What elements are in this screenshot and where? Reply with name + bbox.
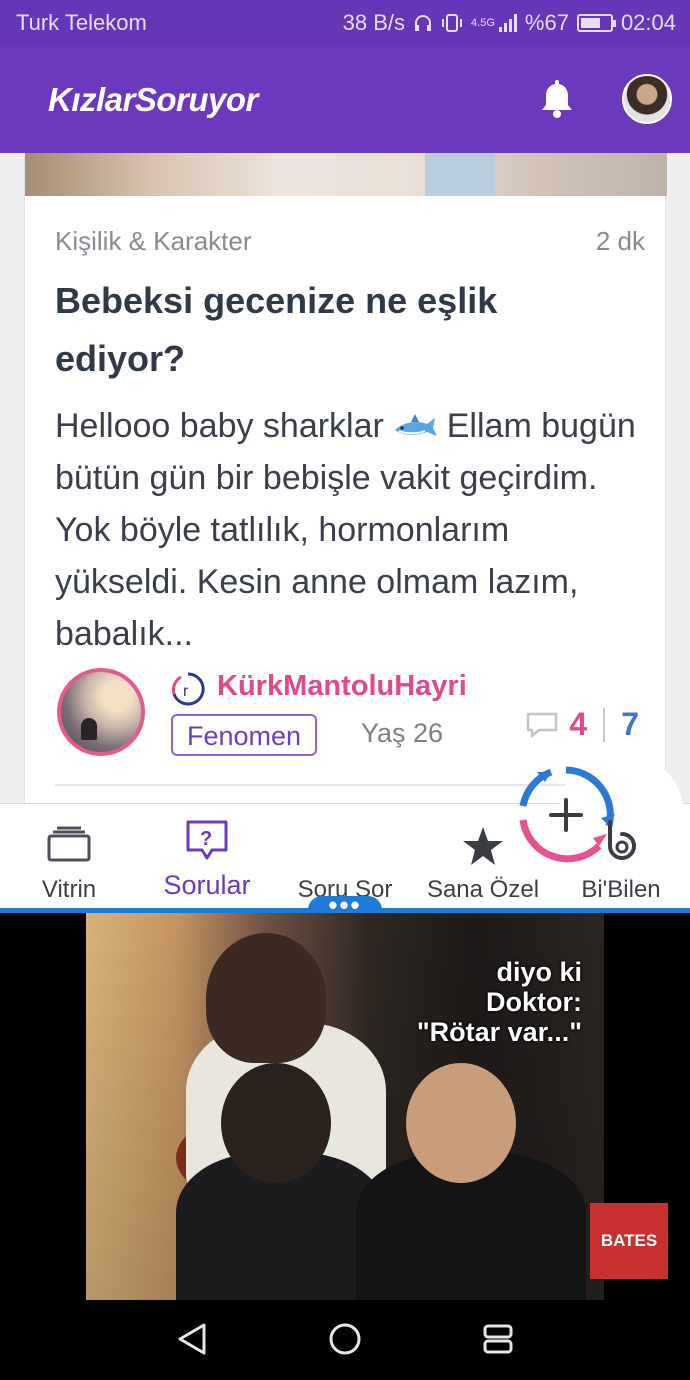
vibrate-icon bbox=[442, 14, 463, 32]
question-stats: 4 7 bbox=[525, 706, 639, 743]
question-box-icon: ? bbox=[186, 820, 228, 860]
nav-bibilen[interactable]: Bi'Bilen bbox=[552, 804, 690, 911]
question-excerpt[interactable]: Hellooo baby sharklar Ellam bugün bütün … bbox=[55, 400, 645, 660]
caption-line-2: Doktor: bbox=[486, 987, 582, 1017]
nav-label-vitrin: Vitrin bbox=[41, 876, 97, 903]
status-bar: Turk Telekom 38 B/s 4.5G %67 02:04 bbox=[0, 0, 690, 46]
nav-label-sorular: Sorular bbox=[163, 870, 251, 900]
author-name[interactable]: KürkMantoluHayri bbox=[217, 670, 467, 703]
question-meta: Kişilik & Karakter 2 dk bbox=[55, 226, 645, 257]
svg-text:?: ? bbox=[200, 828, 212, 850]
nav-label-bibilen: Bi'Bilen bbox=[581, 876, 661, 903]
author-avatar[interactable] bbox=[57, 668, 145, 756]
network-type: 4.5G bbox=[471, 17, 495, 29]
video-frame[interactable]: diyo ki Doktor: "Rötar var..." bbox=[86, 913, 604, 1300]
svg-text:r: r bbox=[183, 683, 189, 700]
caption-line-1: diyo ki bbox=[496, 957, 582, 987]
nav-label-sana-ozel: Sana Özel bbox=[426, 876, 540, 903]
question-category[interactable]: Kişilik & Karakter bbox=[55, 226, 252, 257]
nav-sana-ozel[interactable]: Sana Özel bbox=[414, 804, 552, 911]
question-author[interactable]: r KürkMantoluHayri Fenomen Yaş 26 4 7 bbox=[55, 666, 645, 758]
nav-vitrin[interactable]: Vitrin bbox=[0, 804, 138, 911]
excerpt-start: Hellooo baby sharklar bbox=[55, 407, 384, 445]
nav-sorular[interactable]: ? Sorular bbox=[138, 804, 276, 911]
headphones-icon bbox=[415, 15, 432, 31]
status-indicators: 38 B/s 4.5G %67 02:04 bbox=[343, 10, 676, 36]
question-card[interactable]: Kişilik & Karakter 2 dk Bebeksi gecenize… bbox=[24, 153, 667, 803]
app-header: KızlarSoruyor bbox=[0, 46, 690, 153]
stats-divider bbox=[603, 707, 606, 742]
shark-emoji-icon bbox=[395, 414, 438, 437]
feed[interactable]: Kişilik & Karakter 2 dk Bebeksi gecenize… bbox=[0, 153, 690, 803]
user-avatar[interactable] bbox=[622, 74, 672, 124]
ad-badge[interactable]: BATES bbox=[590, 1203, 668, 1279]
answer-count: 7 bbox=[621, 706, 639, 742]
question-time: 2 dk bbox=[595, 226, 645, 256]
system-navigation-bar bbox=[0, 1300, 690, 1380]
video-caption: diyo ki Doktor: "Rötar var..." bbox=[417, 957, 582, 1047]
showcase-icon bbox=[47, 826, 91, 862]
recents-icon[interactable] bbox=[482, 1322, 514, 1356]
question-title[interactable]: Bebeksi gecenize ne eşlik ediyor? bbox=[55, 272, 615, 388]
video-player[interactable]: diyo ki Doktor: "Rötar var..." BATES bbox=[0, 913, 690, 1300]
back-icon[interactable] bbox=[176, 1322, 208, 1356]
star-icon bbox=[463, 827, 503, 865]
carrier-name: Turk Telekom bbox=[16, 10, 147, 35]
battery-icon bbox=[576, 14, 616, 32]
comment-icon bbox=[527, 712, 558, 737]
rank-badge-icon: r bbox=[172, 672, 205, 706]
bibilen-icon bbox=[608, 820, 636, 860]
notification-bell-icon[interactable] bbox=[538, 80, 576, 120]
clock: 02:04 bbox=[620, 10, 676, 35]
network-speed: 38 B/s bbox=[342, 10, 406, 35]
battery-percent: %67 bbox=[524, 10, 569, 35]
author-age: Yaş 26 bbox=[361, 718, 444, 748]
app-logo[interactable]: KızlarSoruyor bbox=[48, 81, 258, 119]
caption-line-3: "Rötar var..." bbox=[416, 1017, 582, 1047]
comment-count: 4 bbox=[569, 706, 588, 742]
signal-icon bbox=[498, 14, 517, 32]
home-icon[interactable] bbox=[328, 1322, 362, 1356]
question-image[interactable] bbox=[25, 153, 667, 196]
author-rank-badge: Fenomen bbox=[171, 714, 318, 756]
